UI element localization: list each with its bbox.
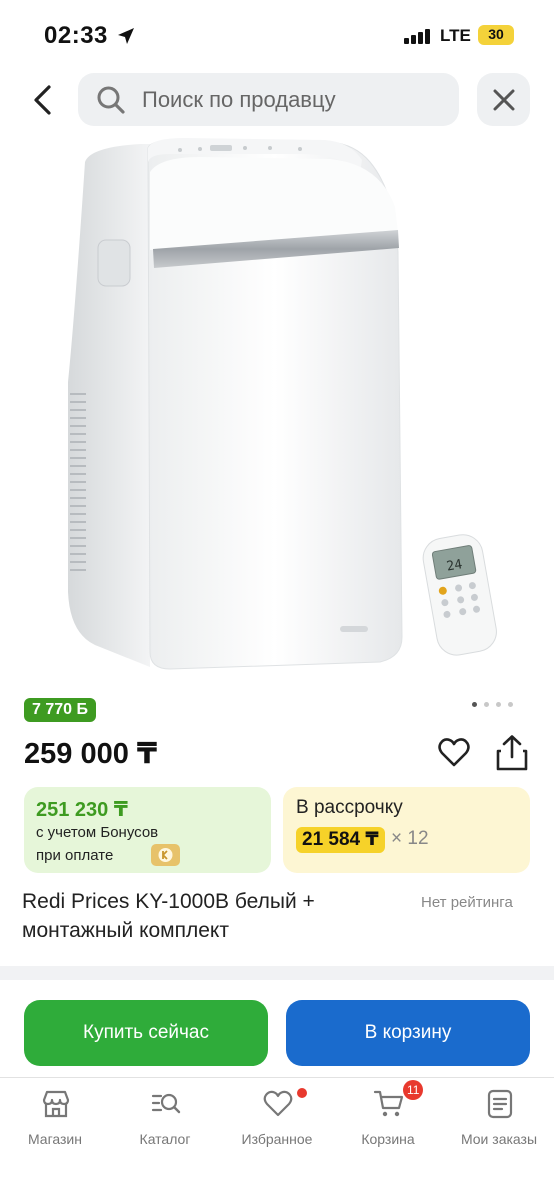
search-placeholder: Поиск по продавцу [142, 87, 336, 112]
search-input[interactable]: Поиск по продавцу [78, 73, 459, 126]
tab-orders[interactable]: Мои заказы [444, 1088, 554, 1158]
tab-label: Мои заказы [460, 1131, 538, 1147]
buy-now-button[interactable]: Купить сейчас [24, 1000, 268, 1066]
bonus-price: 251 230 ₸ [36, 799, 128, 821]
installment-amount: 21 584 ₸ [296, 827, 385, 853]
back-button[interactable] [22, 78, 62, 122]
network-type: LTE [440, 26, 471, 45]
close-button[interactable] [477, 73, 530, 126]
product-price: 259 000 ₸ [24, 738, 158, 770]
search-icon [97, 86, 125, 114]
tab-label: Магазин [27, 1131, 82, 1147]
location-arrow-icon [118, 28, 134, 44]
chevron-left-icon [34, 85, 51, 115]
status-bar: 02:33 LTE 30 [0, 0, 554, 70]
section-divider [0, 966, 554, 980]
close-icon [493, 89, 514, 110]
bonus-note-line2: при оплате [36, 847, 114, 864]
bottom-tab-bar: Магазин Каталог Избранное 11 Корзина Мои… [0, 1077, 554, 1200]
signal-icon [404, 28, 434, 44]
product-image[interactable]: 24 [0, 132, 554, 692]
clock: 02:33 [44, 22, 108, 49]
notification-dot [297, 1088, 307, 1098]
tab-favorites[interactable]: Избранное [222, 1088, 332, 1158]
heart-icon [263, 1090, 293, 1117]
favorite-heart-icon[interactable] [437, 736, 471, 770]
tab-cart[interactable]: 11 Корзина [333, 1080, 443, 1158]
tab-store[interactable]: Магазин [0, 1088, 110, 1158]
cart-count-badge: 11 [403, 1080, 424, 1100]
bonus-price-card[interactable]: 251 230 ₸ с учетом Бонусов при оплате [24, 787, 271, 873]
gallery-pagination [472, 702, 522, 710]
tab-catalog[interactable]: Каталог [110, 1088, 220, 1158]
tab-label: Избранное [241, 1131, 313, 1147]
add-to-cart-button[interactable]: В корзину [286, 1000, 530, 1066]
share-icon[interactable] [494, 734, 530, 772]
catalog-search-icon [151, 1093, 181, 1114]
tab-label: Корзина [361, 1131, 415, 1147]
orders-icon [487, 1089, 513, 1119]
bonus-note-line1: с учетом Бонусов [36, 824, 159, 841]
bonus-badge: 7 770 Б [24, 698, 96, 722]
cart-icon [373, 1090, 404, 1117]
bonus-coin-icon [151, 844, 180, 866]
tab-label: Каталог [139, 1131, 191, 1147]
product-title-line2: монтажный комплект [22, 919, 229, 942]
installment-title: В рассрочку [296, 797, 403, 818]
svg-text:24: 24 [445, 557, 463, 575]
product-title-line1: Redi Prices KY-1000B белый + [22, 890, 315, 913]
battery-icon: 30 [478, 25, 514, 45]
rating-label[interactable]: Нет рейтинга [421, 894, 513, 911]
installment-card[interactable]: В рассрочку 21 584 ₸ × 12 [283, 787, 530, 873]
installment-multiplier: × 12 [391, 828, 429, 849]
battery-level: 30 [488, 26, 504, 42]
store-icon [42, 1090, 70, 1118]
